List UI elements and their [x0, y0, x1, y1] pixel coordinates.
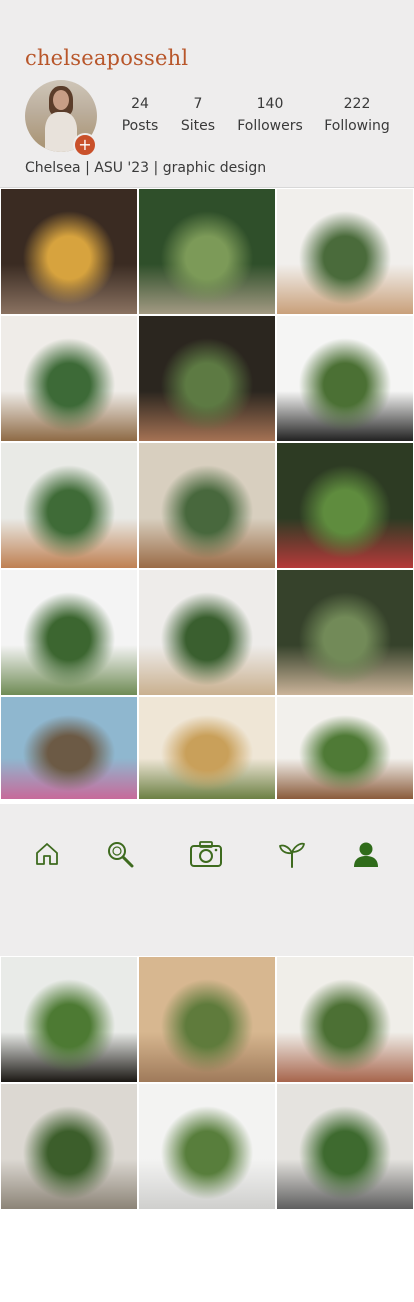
avatar-face — [53, 90, 69, 110]
stat-label: Following — [324, 118, 390, 134]
photo-bamboo-bathroom[interactable] — [139, 697, 275, 799]
photo-grid-bottom — [0, 957, 414, 1211]
photo-sunroom-sofa[interactable] — [139, 957, 275, 1082]
photo-cat-with-plants[interactable] — [1, 957, 137, 1082]
nav-camera[interactable] — [186, 834, 226, 874]
stat-label: Posts — [121, 118, 159, 134]
photo-plant-shelves[interactable] — [1, 443, 137, 568]
stat-value: 222 — [343, 96, 371, 112]
sprout-icon — [278, 842, 306, 868]
stat-label: Sites — [180, 118, 216, 134]
nav-profile[interactable] — [346, 834, 386, 874]
photo-garden-patio[interactable] — [277, 570, 413, 695]
home-icon — [36, 843, 58, 865]
photo-monstera-white-room[interactable] — [277, 189, 413, 314]
camera-icon — [190, 841, 222, 867]
stat-followers[interactable]: 140 Followers — [235, 96, 305, 134]
stat-label: Followers — [237, 118, 303, 134]
photo-grid-top — [0, 189, 414, 804]
stat-value: 140 — [256, 96, 284, 112]
profile-bio: Chelsea | ASU '23 | graphic design — [25, 160, 267, 176]
nav-home[interactable] — [27, 834, 67, 874]
photo-monstera-bed[interactable] — [1, 316, 137, 441]
add-story-icon[interactable]: + — [73, 133, 97, 157]
bottom-nav — [0, 804, 414, 956]
nav-plants[interactable] — [272, 834, 312, 874]
nav-search[interactable] — [100, 834, 140, 874]
photo-arch-garden[interactable] — [139, 316, 275, 441]
stat-value: 7 — [193, 96, 203, 112]
profile-icon — [354, 842, 378, 867]
stat-sites[interactable]: 7 Sites — [178, 96, 218, 134]
header-divider — [0, 187, 414, 188]
stat-posts[interactable]: 24 Posts — [118, 96, 162, 134]
search-icon — [108, 842, 134, 868]
photo-greenhouse-path[interactable] — [139, 189, 275, 314]
photo-pothos-books[interactable] — [277, 443, 413, 568]
photo-snake-plant[interactable] — [277, 316, 413, 441]
photo-ivy-door[interactable] — [277, 697, 413, 799]
photo-hanging-bulbs-plants[interactable] — [277, 1084, 413, 1209]
photo-plant-rack[interactable] — [277, 957, 413, 1082]
photo-fiddle-leaf-shadow[interactable] — [1, 1084, 137, 1209]
photo-vertical-forest[interactable] — [1, 570, 137, 695]
photo-white-bathroom[interactable] — [139, 1084, 275, 1209]
photo-mustard-chair-room[interactable] — [1, 189, 137, 314]
photo-boho-plant-wall[interactable] — [139, 443, 275, 568]
stat-following[interactable]: 222 Following — [322, 96, 392, 134]
username: chelseapossehl — [25, 46, 189, 70]
photo-hanging-pothos-pot[interactable] — [139, 570, 275, 695]
photo-coast-house[interactable] — [1, 697, 137, 799]
stat-value: 24 — [131, 96, 149, 112]
profile-header: chelseapossehl + 24 Posts 7 Sites 140 Fo… — [0, 0, 414, 188]
